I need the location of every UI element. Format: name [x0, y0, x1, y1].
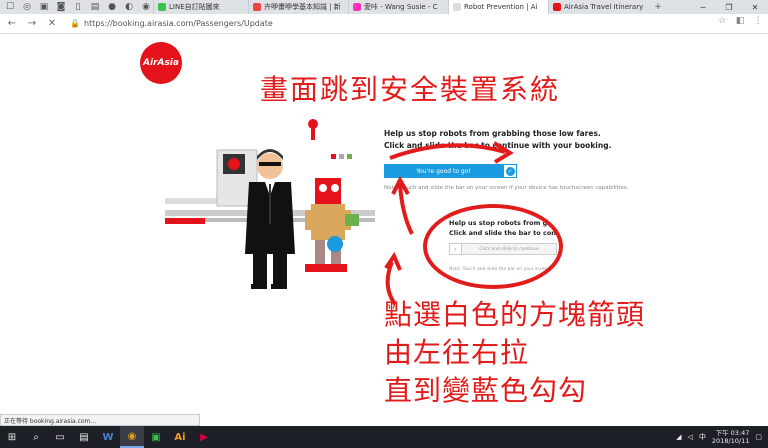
tab-susie[interactable]: 愛咔 - Wang Susie - C [348, 0, 448, 14]
red-favicon-icon [253, 3, 261, 11]
ime-icon[interactable]: 中 [699, 432, 706, 442]
taskbar: ⊞ ⌕ ▭ ▤ W ◉ ▣ Ai ▶ ◢ ◁ 中 下午 03:47 2018/1… [0, 426, 768, 448]
annotation-line-2: 由左往右拉 [384, 336, 530, 369]
word-icon[interactable]: W [96, 426, 120, 448]
pinned-tab-icon-2[interactable]: ▣ [37, 0, 51, 14]
start-icon[interactable]: ⊞ [0, 426, 24, 448]
pink-favicon-icon [353, 3, 361, 11]
tab-label: LINE自訂貼圖來 [169, 3, 220, 11]
window-controls: ─ ❐ ✕ [690, 0, 768, 14]
illustrator-icon[interactable]: Ai [168, 426, 192, 448]
loading-favicon-icon [453, 3, 461, 11]
search-icon[interactable]: ⌕ [24, 426, 48, 448]
line-icon[interactable]: ▣ [144, 426, 168, 448]
tab-label: 愛咔 - Wang Susie - C [364, 3, 438, 11]
green-app-icon[interactable]: ● [105, 0, 119, 14]
camera-icon[interactable]: ◙ [54, 0, 68, 14]
stop-icon[interactable]: ✕ [44, 16, 60, 32]
annotation-line-1: 點選白色的方塊箭頭 [384, 298, 646, 331]
close-icon[interactable]: ✕ [742, 0, 768, 14]
line-favicon-icon [158, 3, 166, 11]
menu-icon[interactable]: ⋮ [752, 16, 764, 26]
tab-label: AirAsia Travel Itinerary [564, 3, 644, 11]
system-tray: ◢ ◁ 中 下午 03:47 2018/10/11 ▢ [676, 426, 762, 448]
chrome-icon[interactable]: ◉ [120, 426, 144, 448]
annotation-line-3: 直到變藍色勾勾 [384, 374, 588, 407]
tab-airasia-itinerary[interactable]: AirAsia Travel Itinerary [548, 0, 648, 14]
url-field[interactable]: 🔒 https://booking.airasia.com/Passengers/… [70, 17, 710, 31]
minimize-icon[interactable]: ─ [690, 0, 716, 14]
task-view-icon[interactable]: ▭ [48, 426, 72, 448]
media-icon[interactable]: ▶ [192, 426, 216, 448]
status-bar: 正在等待 booking.airasia.com... [0, 414, 200, 426]
doc-icon[interactable]: ▯ [71, 0, 85, 14]
volume-icon[interactable]: ◁ [688, 433, 693, 441]
hangouts-icon[interactable]: ☐ [3, 0, 17, 14]
clock[interactable]: 下午 03:47 2018/10/11 [712, 429, 749, 445]
tab-knowledge[interactable]: 卉咿畫咿學基本知識 | 新 [248, 0, 348, 14]
maximize-icon[interactable]: ❐ [716, 0, 742, 14]
clock-time: 下午 03:47 [715, 429, 750, 437]
line-app-icon[interactable]: ◉ [139, 0, 153, 14]
bookmark-icon[interactable]: ▤ [88, 0, 102, 14]
notification-icon[interactable]: ▢ [755, 433, 762, 441]
star-icon[interactable]: ☆ [716, 16, 728, 26]
forward-icon[interactable]: → [24, 16, 40, 32]
new-tab-icon[interactable]: + [651, 0, 665, 14]
explorer-icon[interactable]: ▤ [72, 426, 96, 448]
address-bar: ← → ✕ 🔒 https://booking.airasia.com/Passe… [0, 14, 768, 34]
tab-line[interactable]: LINE自訂貼圖來 [153, 0, 248, 14]
arrow-to-slider [389, 143, 506, 160]
url-text: https://booking.airasia.com/Passengers/U… [83, 19, 273, 28]
extension-icon[interactable]: ◧ [734, 16, 746, 26]
annotation-bottom: 點選白色的方塊箭頭 由左往右拉 直到變藍色勾勾 [384, 296, 645, 410]
clock-date: 2018/10/11 [711, 437, 750, 445]
lock-icon: 🔒 [70, 19, 80, 28]
back-icon[interactable]: ← [4, 16, 20, 32]
blue-app-icon[interactable]: ◐ [122, 0, 136, 14]
tab-bar: ☐ ◎ ▣ ◙ ▯ ▤ ● ◐ ◉ LINE自訂貼圖來 卉咿畫咿學基本知識 | … [0, 0, 768, 14]
pinned-tab-icon[interactable]: ◎ [20, 0, 34, 14]
network-icon[interactable]: ◢ [676, 433, 681, 441]
tab-label: 卉咿畫咿學基本知識 | 新 [264, 3, 341, 11]
tab-label: Robot Prevention | Ai [464, 3, 538, 11]
page-content: AirAsia 畫面跳到安全裝置系統 Help us stop robots f… [0, 34, 768, 414]
airasia-favicon-icon [553, 3, 561, 11]
tab-robot-prevention[interactable]: Robot Prevention | Ai [448, 0, 548, 14]
